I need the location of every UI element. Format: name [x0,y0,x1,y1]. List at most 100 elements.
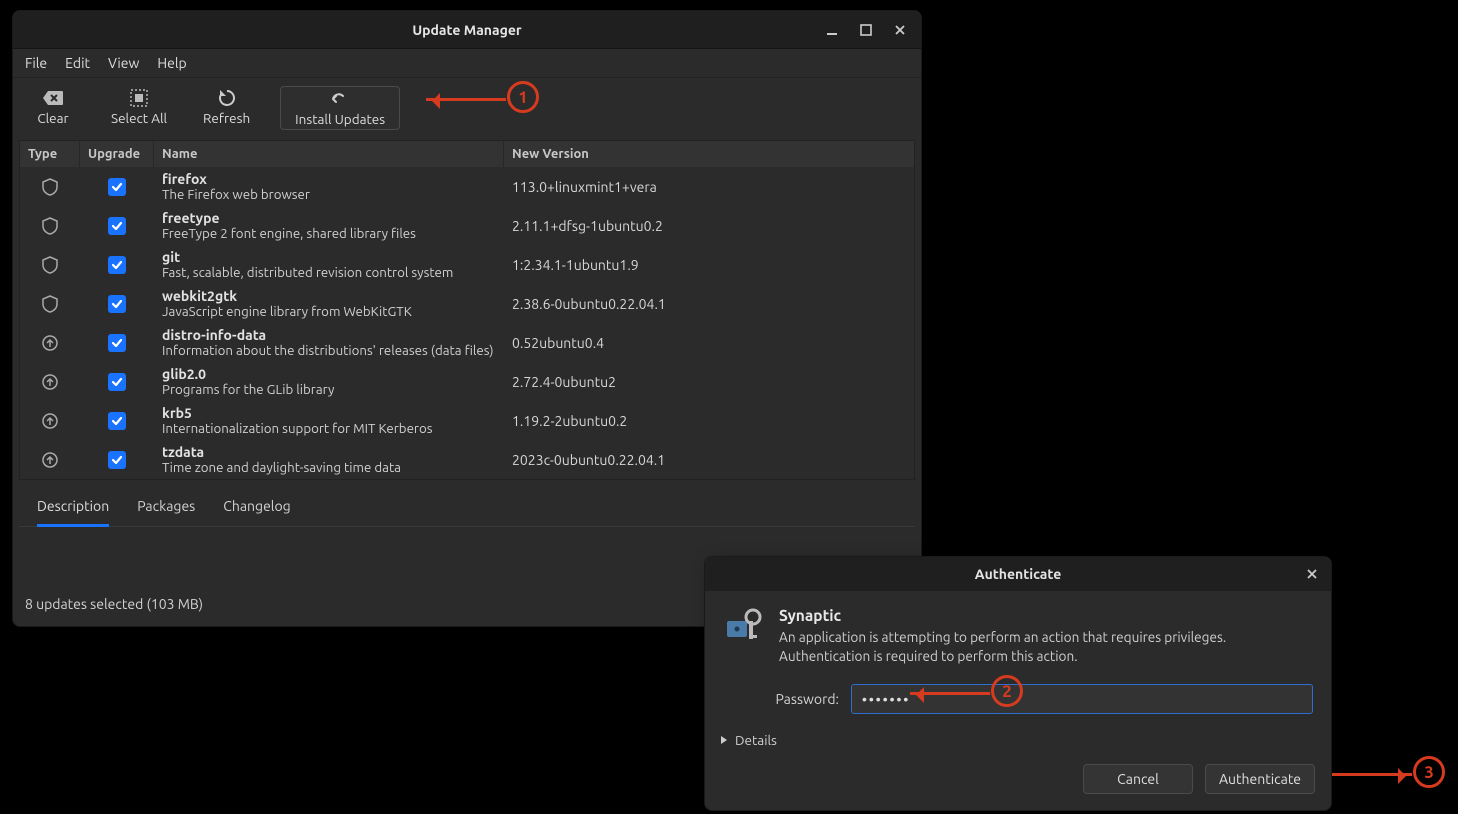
package-version: 2023c-0ubuntu0.22.04.1 [504,452,914,468]
refresh-icon [216,88,238,108]
upgrade-icon [20,374,80,390]
table-row[interactable]: webkit2gtkJavaScript engine library from… [20,284,914,323]
menu-view[interactable]: View [108,55,139,71]
table-row[interactable]: firefoxThe Firefox web browser 113.0+linu… [20,167,914,206]
chevron-right-icon [719,732,729,748]
package-description: Fast, scalable, distributed revision con… [162,265,496,280]
package-name: tzdata [162,444,496,460]
annotation-arrow-3 [1332,773,1412,776]
package-description: Information about the distributions' rel… [162,343,496,358]
package-version: 2.72.4-0ubuntu2 [504,374,914,390]
close-button[interactable] [883,11,917,49]
package-name: distro-info-data [162,327,496,343]
annotation-arrow-1 [426,98,506,101]
refresh-button[interactable]: Refresh [197,86,256,130]
annotation-3: 3 [1413,756,1445,788]
col-version[interactable]: New Version [504,141,914,167]
install-icon [329,89,351,109]
shield-icon [20,295,80,313]
package-description: The Firefox web browser [162,187,496,202]
minimize-button[interactable] [815,11,849,49]
dialog-titlebar[interactable]: Authenticate [705,557,1331,591]
annotation-1: 1 [507,81,539,113]
table-row[interactable]: glib2.0Programs for the GLib library2.72… [20,362,914,401]
package-description: JavaScript engine library from WebKitGTK [162,304,496,319]
window-controls [815,11,917,48]
install-label: Install Updates [295,111,385,127]
info-tabs: Description Packages Changelog [19,486,915,527]
upgrade-checkbox[interactable] [108,217,126,235]
menu-edit[interactable]: Edit [65,55,90,71]
col-type[interactable]: Type [20,141,80,167]
package-name: git [162,249,496,265]
package-version: 2.11.1+dfsg-1ubuntu0.2 [504,218,914,234]
upgrade-icon [20,413,80,429]
package-name: webkit2gtk [162,288,496,304]
menu-help[interactable]: Help [157,55,186,71]
update-manager-window: Update Manager File Edit View Help Clear [12,10,922,627]
annotation-arrow-2 [910,692,990,695]
upgrade-checkbox[interactable] [108,295,126,313]
clear-button[interactable]: Clear [25,86,81,130]
package-description: FreeType 2 font engine, shared library f… [162,226,496,241]
package-name: firefox [162,171,496,187]
package-name: krb5 [162,405,496,421]
annotation-2: 2 [991,675,1023,707]
table-body: firefoxThe Firefox web browser 113.0+linu… [20,167,914,479]
dialog-close-button[interactable] [1301,563,1323,585]
details-expander[interactable]: Details [705,720,1331,754]
cancel-button[interactable]: Cancel [1083,764,1193,794]
col-upgrade[interactable]: Upgrade [80,141,154,167]
table-row[interactable]: distro-info-dataInformation about the di… [20,323,914,362]
refresh-label: Refresh [203,110,250,126]
package-description: Programs for the GLib library [162,382,496,397]
package-version: 0.52ubuntu0.4 [504,335,914,351]
upgrade-checkbox[interactable] [108,334,126,352]
package-version: 1.19.2-2ubuntu0.2 [504,413,914,429]
package-version: 113.0+linuxmint1+vera [504,179,914,195]
toolbar: Clear Select All Refresh Install Updates [13,78,921,140]
upgrade-checkbox[interactable] [108,373,126,391]
select-all-label: Select All [111,110,167,126]
install-updates-button[interactable]: Install Updates [280,86,400,130]
table-row[interactable]: gitFast, scalable, distributed revision … [20,245,914,284]
tab-changelog[interactable]: Changelog [223,498,290,526]
shield-icon [20,256,80,274]
upgrade-checkbox[interactable] [108,256,126,274]
table-row[interactable]: krb5Internationalization support for MIT… [20,401,914,440]
package-version: 2.38.6-0ubuntu0.22.04.1 [504,296,914,312]
upgrade-checkbox[interactable] [108,451,126,469]
shield-icon [20,217,80,235]
package-description: Internationalization support for MIT Ker… [162,421,496,436]
titlebar[interactable]: Update Manager [13,11,921,49]
window-title: Update Manager [412,22,521,38]
details-label: Details [735,732,777,748]
dialog-title: Authenticate [975,566,1062,582]
upgrade-checkbox[interactable] [108,178,126,196]
select-all-icon [128,88,150,108]
maximize-button[interactable] [849,11,883,49]
upgrade-icon [20,452,80,468]
authenticate-button[interactable]: Authenticate [1205,764,1315,794]
dialog-heading: Synaptic [779,607,1313,624]
tab-description[interactable]: Description [37,498,109,527]
upgrade-checkbox[interactable] [108,412,126,430]
select-all-button[interactable]: Select All [105,86,173,130]
menu-file[interactable]: File [25,55,47,71]
lock-key-icon [723,607,765,666]
status-text: 8 updates selected (103 MB) [25,596,203,612]
upgrade-icon [20,335,80,351]
table-row[interactable]: tzdataTime zone and daylight-saving time… [20,440,914,479]
shield-icon [20,178,80,196]
col-name[interactable]: Name [154,141,504,167]
updates-table: Type Upgrade Name New Version firefoxThe… [19,140,915,480]
clear-label: Clear [37,110,68,126]
table-row[interactable]: freetypeFreeType 2 font engine, shared l… [20,206,914,245]
package-name: freetype [162,210,496,226]
dialog-message: An application is attempting to perform … [779,628,1313,666]
password-label: Password: [723,691,839,707]
table-header: Type Upgrade Name New Version [20,141,914,167]
menubar: File Edit View Help [13,49,921,78]
package-description: Time zone and daylight-saving time data [162,460,496,475]
tab-packages[interactable]: Packages [137,498,195,526]
